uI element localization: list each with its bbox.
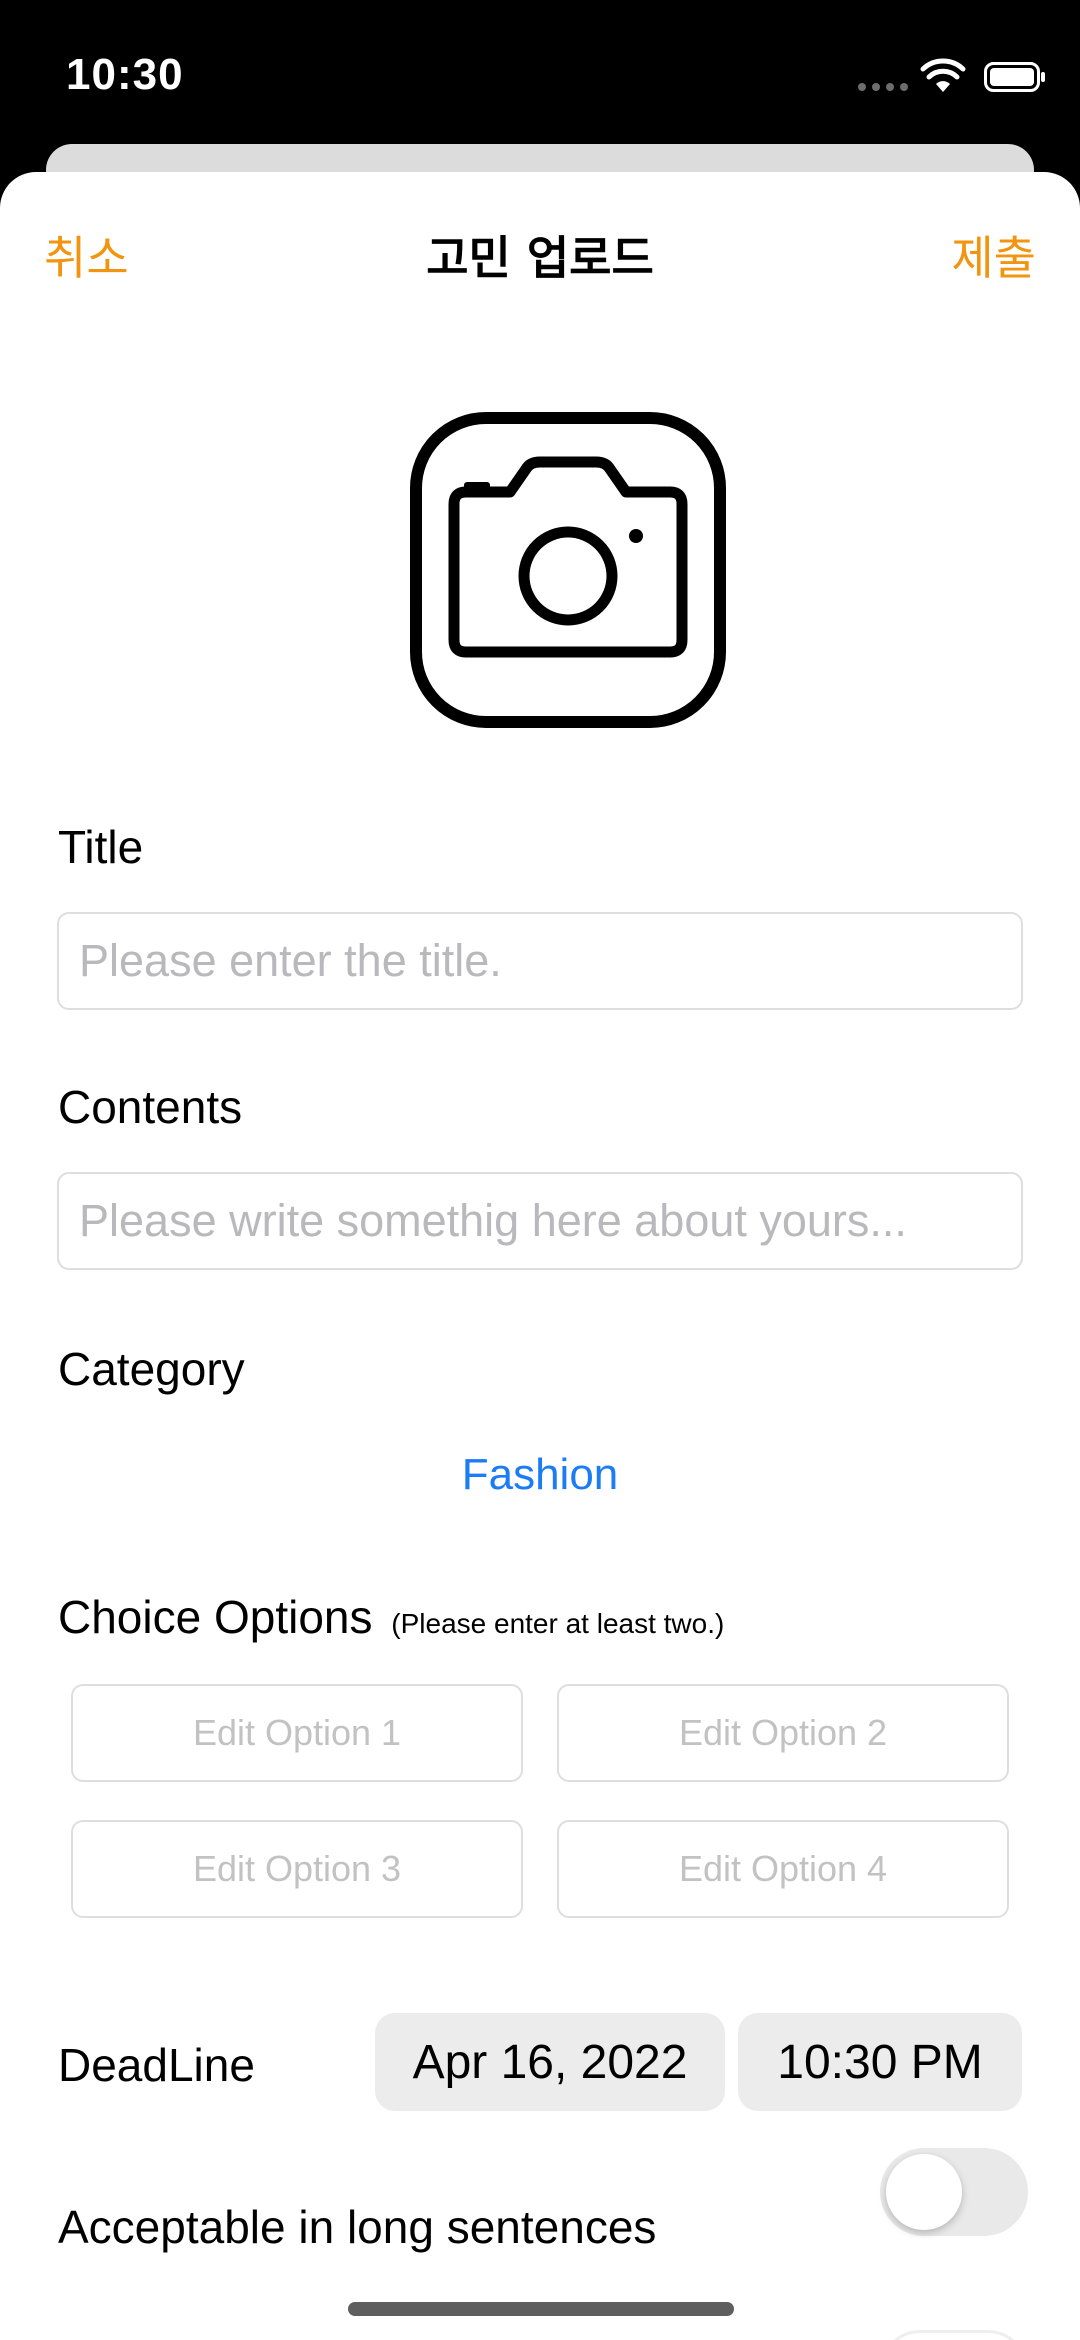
option-1-field[interactable]: Edit Option 1 [71, 1684, 523, 1782]
submit-button[interactable]: 제출 [951, 222, 1036, 288]
choice-options-hint: (Please enter at least two.) [391, 1608, 725, 1639]
deadline-date-picker[interactable]: Apr 16, 2022 [375, 2013, 725, 2111]
status-time: 10:30 [66, 50, 184, 99]
long-sentences-label: Acceptable in long sentences [58, 2201, 657, 2253]
camera-icon[interactable] [410, 412, 726, 728]
title-input[interactable]: Please enter the title. [57, 912, 1023, 1010]
category-label: Category [58, 1343, 245, 1395]
category-picker[interactable]: Fashion [0, 1450, 1080, 1500]
title-label: Title [58, 821, 144, 873]
deadline-label: DeadLine [58, 2039, 255, 2091]
next-row-toggle [880, 2330, 1028, 2340]
choice-options-label: Choice Options (Please enter at least tw… [58, 1590, 724, 1644]
upload-sheet: 취소 고민 업로드 제출 Title Please enter the titl… [0, 172, 1080, 2340]
battery-icon [984, 62, 1045, 92]
wifi-icon [920, 58, 966, 92]
toggle-knob [886, 2154, 962, 2230]
contents-input[interactable]: Please write somethig here about yours..… [57, 1172, 1023, 1270]
option-2-field[interactable]: Edit Option 2 [557, 1684, 1009, 1782]
contents-label: Contents [58, 1081, 243, 1133]
status-bar: 10:30 [0, 0, 1080, 150]
choice-options-title: Choice Options [58, 1591, 373, 1643]
signal-icon [858, 83, 908, 91]
contents-placeholder: Please write somethig here about yours..… [79, 1195, 907, 1246]
title-placeholder: Please enter the title. [79, 935, 502, 986]
long-sentences-toggle[interactable] [880, 2148, 1028, 2236]
option-3-field[interactable]: Edit Option 3 [71, 1820, 523, 1918]
option-4-field[interactable]: Edit Option 4 [557, 1820, 1009, 1918]
page-title: 고민 업로드 [426, 231, 654, 285]
home-indicator [348, 2302, 734, 2316]
deadline-time-picker[interactable]: 10:30 PM [738, 2013, 1022, 2111]
